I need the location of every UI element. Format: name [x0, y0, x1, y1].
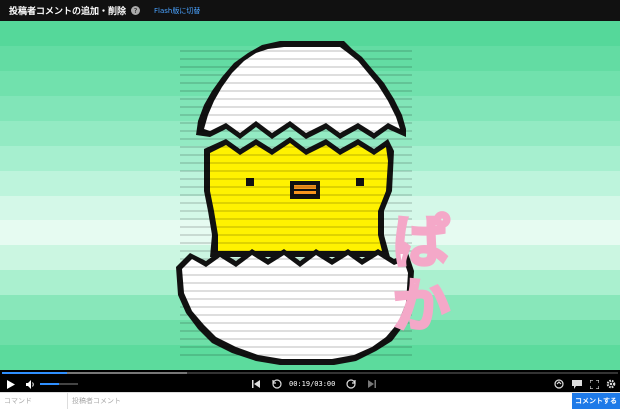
comment-icon[interactable] [570, 376, 584, 392]
egg-shell-top [196, 41, 406, 139]
volume-icon[interactable] [24, 376, 38, 392]
video-player[interactable]: ぱか [0, 21, 620, 370]
submit-comment-button[interactable]: コメントする [572, 393, 620, 409]
forward-10-icon[interactable] [345, 376, 357, 392]
skip-forward-icon[interactable] [366, 376, 378, 392]
play-icon[interactable] [4, 376, 18, 392]
comment-input[interactable] [68, 393, 572, 409]
command-input[interactable] [0, 393, 68, 409]
seek-played [2, 372, 68, 374]
window-header: 投稿者コメントの追加・削除 ? Flash版に切替 [0, 0, 620, 21]
overlay-text: ぱか [382, 211, 450, 339]
loop-icon[interactable] [552, 376, 566, 392]
rewind-10-icon[interactable] [271, 376, 283, 392]
flash-switch-link[interactable]: Flash版に切替 [154, 6, 200, 16]
comment-form: コメントする [0, 392, 620, 409]
question-icon[interactable]: ? [131, 6, 141, 15]
control-bar: 00:19/03:00 [0, 376, 620, 392]
fullscreen-icon[interactable] [587, 376, 601, 392]
video-frame: ぱか [176, 41, 452, 365]
page-title: 投稿者コメントの追加・削除 [9, 7, 127, 17]
gear-icon[interactable] [604, 376, 618, 392]
skip-back-icon[interactable] [250, 376, 262, 392]
time-display: 00:19/03:00 [289, 380, 336, 388]
volume-level [40, 383, 59, 385]
volume-slider[interactable] [40, 383, 78, 385]
